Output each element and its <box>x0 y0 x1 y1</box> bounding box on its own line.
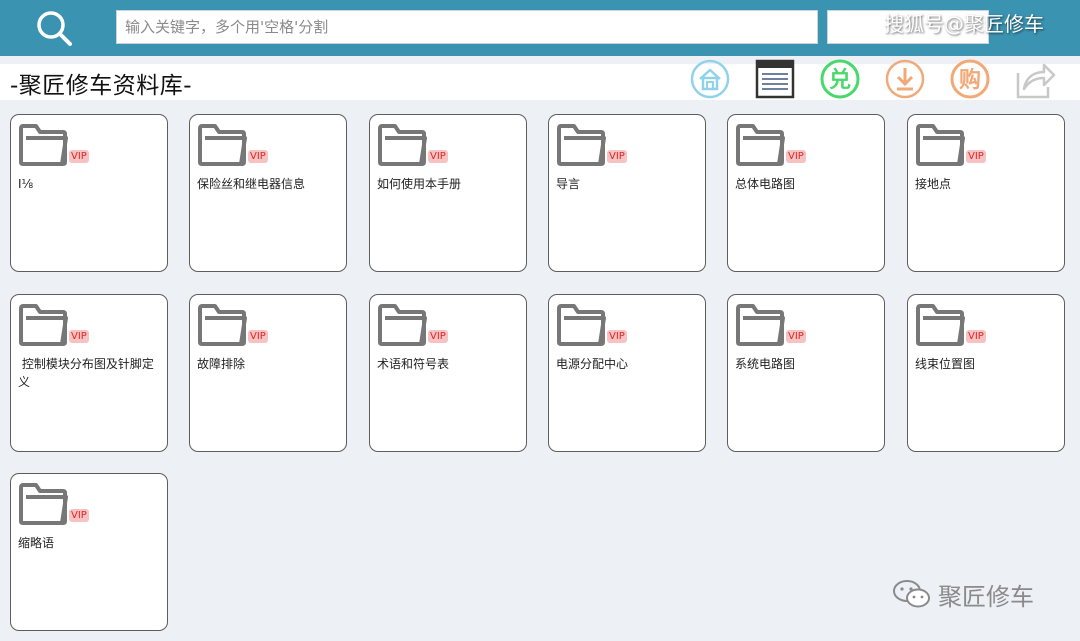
folder-label: 如何使用本手册 <box>377 177 462 191</box>
vip-badge: VIP <box>786 150 806 163</box>
folder-icon <box>736 304 785 346</box>
vip-badge: VIP <box>428 330 448 343</box>
watermark-top: 搜狐号@聚匠修车 <box>884 12 1044 36</box>
vip-badge: VIP <box>69 150 89 163</box>
vip-badge: VIP <box>607 330 627 343</box>
vip-badge: VIP <box>607 150 627 163</box>
folder-icon <box>19 124 68 166</box>
search-icon[interactable] <box>34 8 74 48</box>
purchase-icon[interactable]: 购 <box>950 59 990 99</box>
folder-label: Ⅰ⅛ <box>18 177 34 191</box>
folder-label: 术语和符号表 <box>377 357 450 371</box>
folder-icon <box>19 483 68 525</box>
folder-label: 电源分配中心 <box>556 357 629 371</box>
folder-label: 导言 <box>556 177 581 191</box>
download-icon[interactable] <box>885 59 925 99</box>
folder-card[interactable]: VIP 保险丝和继电器信息 <box>189 114 347 272</box>
folder-label: 缩略语 <box>18 536 55 550</box>
folder-card[interactable]: VIP 如何使用本手册 <box>369 114 527 272</box>
redeem-glyph: 兑 <box>829 67 851 93</box>
list-window-icon[interactable] <box>755 59 795 99</box>
folder-icon <box>378 124 427 166</box>
wechat-icon <box>893 580 930 608</box>
folder-icon <box>916 124 965 166</box>
watermark-bottom: 聚匠修车 <box>892 577 1034 611</box>
folder-label: 保险丝和继电器信息 <box>197 177 306 191</box>
watermark-bottom-text: 聚匠修车 <box>938 582 1034 611</box>
folder-card[interactable]: VIP Ⅰ⅛ <box>10 114 168 272</box>
vip-badge: VIP <box>786 330 806 343</box>
folder-card[interactable]: VIP 术语和符号表 <box>369 294 527 452</box>
folder-card[interactable]: VIP 控制模块分布图及针脚定义 <box>10 294 168 452</box>
folder-card[interactable]: VIP 故障排除 <box>189 294 347 452</box>
share-icon[interactable] <box>1014 59 1056 99</box>
folder-label: 控制模块分布图及针脚定义 <box>18 357 154 389</box>
folder-icon <box>916 304 965 346</box>
vip-badge: VIP <box>428 150 448 163</box>
folder-icon <box>198 124 247 166</box>
folder-card[interactable]: VIP 导言 <box>548 114 706 272</box>
vip-badge: VIP <box>248 330 268 343</box>
folder-card[interactable]: VIP 总体电路图 <box>727 114 885 272</box>
folder-card[interactable]: VIP 电源分配中心 <box>548 294 706 452</box>
vip-badge: VIP <box>248 150 268 163</box>
folder-card[interactable]: VIP 系统电路图 <box>727 294 885 452</box>
folder-label: 线束位置图 <box>915 357 976 371</box>
vip-badge: VIP <box>966 330 986 343</box>
folder-icon <box>19 304 68 346</box>
page-title: -聚匠修车资料库- <box>10 73 193 99</box>
redeem-icon[interactable]: 兑 <box>820 59 860 99</box>
home-icon[interactable] <box>690 59 730 99</box>
folder-label: 系统电路图 <box>735 357 796 371</box>
folder-icon <box>557 124 606 166</box>
folder-label: 总体电路图 <box>735 177 796 191</box>
folder-card[interactable]: VIP 线束位置图 <box>907 294 1065 452</box>
folder-icon <box>378 304 427 346</box>
search-input[interactable] <box>116 10 818 44</box>
vip-badge: VIP <box>966 150 986 163</box>
vip-badge: VIP <box>69 509 89 522</box>
folder-card[interactable]: VIP 缩略语 <box>10 473 168 631</box>
folder-label: 故障排除 <box>197 357 246 371</box>
folder-icon <box>198 304 247 346</box>
folder-icon <box>557 304 606 346</box>
folder-card[interactable]: VIP 接地点 <box>907 114 1065 272</box>
folder-icon <box>736 124 785 166</box>
folder-label: 接地点 <box>915 177 952 191</box>
vip-badge: VIP <box>69 330 89 343</box>
purchase-glyph: 购 <box>959 67 981 93</box>
